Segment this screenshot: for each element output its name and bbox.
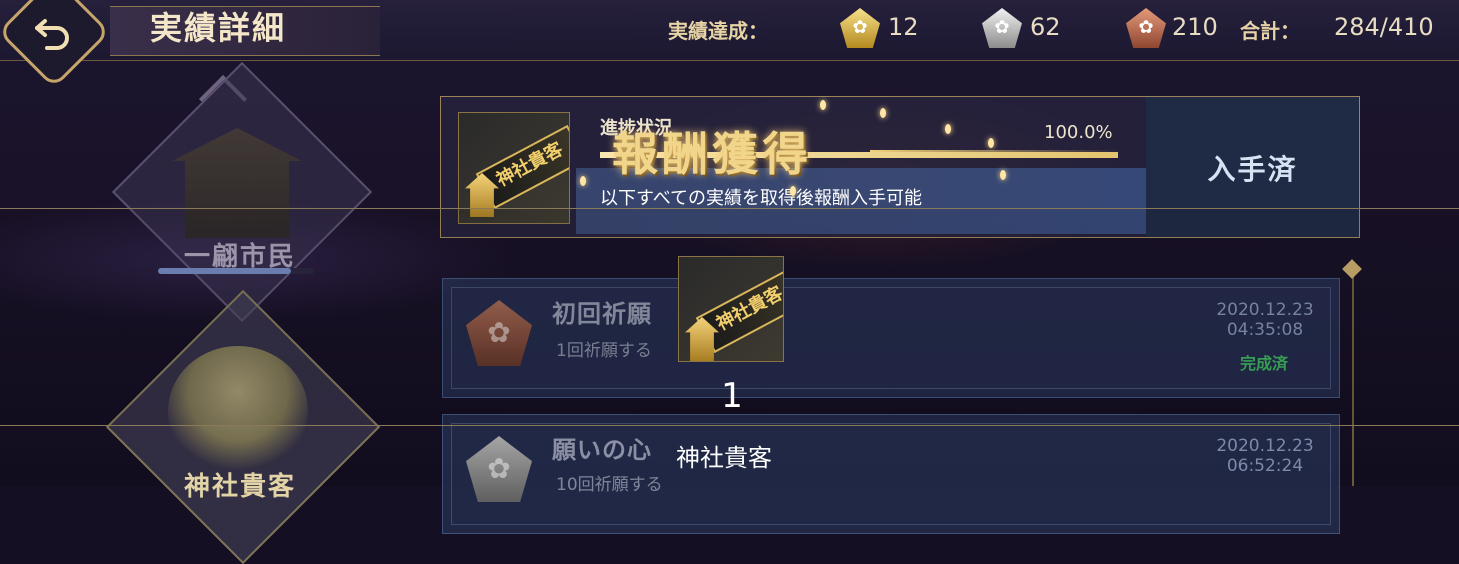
achievement-title: 願いの心 xyxy=(552,436,652,464)
reward-banner: 報酬獲得 xyxy=(612,127,812,181)
category-label: 神社貴客 xyxy=(183,472,296,502)
sakura-icon: ✿ xyxy=(994,17,1010,38)
achievement-date: 2020.12.23 06:52:24 xyxy=(1180,436,1350,476)
banner-line xyxy=(870,150,1120,152)
reward-description: 以下すべての実績を取得後報酬入手可能 xyxy=(600,188,923,209)
sakura-icon: ✿ xyxy=(487,452,511,485)
silver-count: 62 xyxy=(1030,13,1061,41)
obtained-label: 入手済 xyxy=(1207,153,1298,186)
gold-count: 12 xyxy=(888,13,919,41)
back-arrow-icon xyxy=(35,19,69,51)
sparkle xyxy=(820,100,826,110)
sparkle xyxy=(945,124,951,134)
sakura-icon: ✿ xyxy=(852,17,868,38)
sparkle xyxy=(880,108,886,118)
sparkle xyxy=(988,138,994,148)
total-value: 284/410 xyxy=(1334,13,1434,41)
sakura-icon: ✿ xyxy=(1138,17,1154,38)
popup-item-count: 1 xyxy=(721,376,743,416)
popup-reward-item: 神社貴客 xyxy=(678,256,784,362)
sparkle xyxy=(580,176,586,186)
sparkle xyxy=(790,186,796,196)
popup-item-name: 神社貴客 xyxy=(676,444,772,472)
total-label: 合計： xyxy=(1240,19,1300,43)
page-title: 実績詳細 xyxy=(150,9,287,47)
bronze-count: 210 xyxy=(1172,13,1218,41)
date-text: 2020.12.23 xyxy=(1216,436,1314,456)
achievement-desc: 10回祈願する xyxy=(556,475,663,495)
sparkle xyxy=(1000,170,1006,180)
achievements-label: 実績達成： xyxy=(668,19,768,43)
time-text: 06:52:24 xyxy=(1226,456,1304,476)
progress-percent: 100.0% xyxy=(1044,122,1113,143)
